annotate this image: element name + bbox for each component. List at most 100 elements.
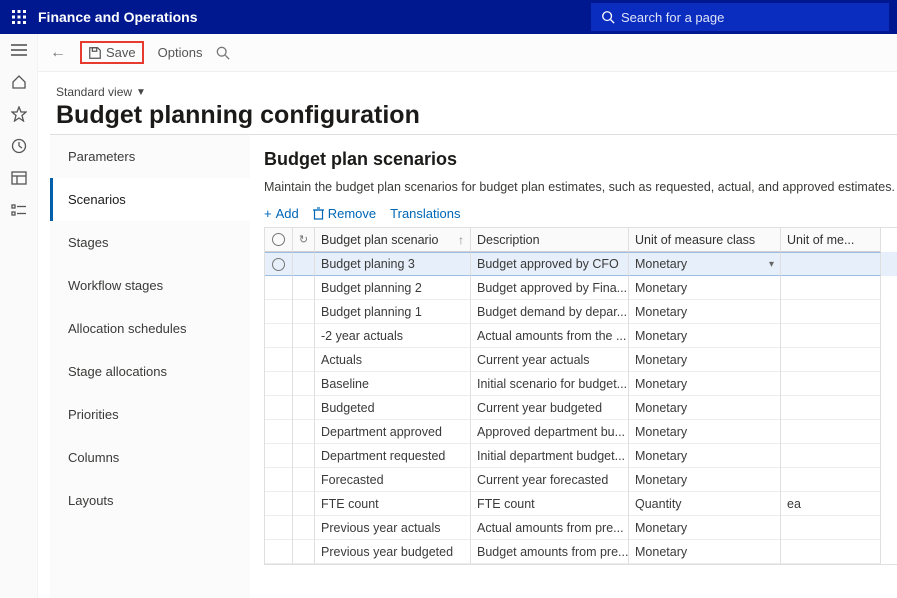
cell-uom-class[interactable]: Monetary [629, 516, 781, 540]
cell-uom[interactable] [781, 276, 881, 300]
col-uom[interactable]: Unit of me... [781, 228, 881, 252]
row-select[interactable] [265, 348, 293, 372]
cell-scenario[interactable]: Budget planning 2 [315, 276, 471, 300]
row-select[interactable] [265, 396, 293, 420]
row-select[interactable] [265, 468, 293, 492]
back-button[interactable]: ← [50, 44, 66, 62]
row-select[interactable] [265, 252, 293, 276]
cell-uom[interactable] [781, 420, 881, 444]
cell-uom[interactable] [781, 372, 881, 396]
cell-scenario[interactable]: Previous year budgeted [315, 540, 471, 564]
cell-description[interactable]: Budget amounts from pre... [471, 540, 629, 564]
row-select[interactable] [265, 300, 293, 324]
translations-button[interactable]: Translations [390, 206, 460, 221]
cell-description[interactable]: Budget approved by CFO [471, 252, 629, 276]
cell-uom[interactable] [781, 444, 881, 468]
sidenav-item-allocation-schedules[interactable]: Allocation schedules [50, 307, 250, 350]
clock-icon[interactable] [9, 136, 29, 156]
row-select[interactable] [265, 420, 293, 444]
table-row[interactable]: Previous year budgetedBudget amounts fro… [265, 540, 897, 564]
search-input[interactable]: Search for a page [591, 3, 889, 31]
cell-uom[interactable] [781, 516, 881, 540]
table-row[interactable]: Department requestedInitial department b… [265, 444, 897, 468]
sidenav-item-columns[interactable]: Columns [50, 436, 250, 479]
options-button[interactable]: Options [158, 45, 203, 60]
cell-uom[interactable]: ea [781, 492, 881, 516]
table-row[interactable]: Previous year actualsActual amounts from… [265, 516, 897, 540]
cell-scenario[interactable]: -2 year actuals [315, 324, 471, 348]
row-select[interactable] [265, 444, 293, 468]
home-icon[interactable] [9, 72, 29, 92]
find-button[interactable] [216, 46, 230, 60]
col-select[interactable] [265, 228, 293, 252]
cell-uom[interactable] [781, 396, 881, 420]
cell-uom-class[interactable]: Monetary [629, 348, 781, 372]
col-uom-class[interactable]: Unit of measure class [629, 228, 781, 252]
col-scenario[interactable]: Budget plan scenario↑ [315, 228, 471, 252]
cell-uom-class[interactable]: Monetary [629, 276, 781, 300]
cell-description[interactable]: Initial department budget... [471, 444, 629, 468]
cell-scenario[interactable]: Budget planing 3 [315, 252, 471, 276]
row-select[interactable] [265, 372, 293, 396]
cell-uom-class[interactable]: Quantity [629, 492, 781, 516]
cell-uom-class[interactable]: Monetary [629, 444, 781, 468]
add-button[interactable]: +Add [264, 206, 299, 221]
cell-description[interactable]: FTE count [471, 492, 629, 516]
table-row[interactable]: FTE countFTE countQuantityea [265, 492, 897, 516]
hamburger-icon[interactable] [9, 40, 29, 60]
cell-description[interactable]: Current year actuals [471, 348, 629, 372]
table-row[interactable]: BudgetedCurrent year budgetedMonetary [265, 396, 897, 420]
modules-icon[interactable] [9, 200, 29, 220]
cell-description[interactable]: Actual amounts from the ... [471, 324, 629, 348]
row-select[interactable] [265, 516, 293, 540]
cell-scenario[interactable]: Budgeted [315, 396, 471, 420]
cell-uom-class[interactable]: Monetary [629, 420, 781, 444]
sidenav-item-stages[interactable]: Stages [50, 221, 250, 264]
sidenav-item-workflow-stages[interactable]: Workflow stages [50, 264, 250, 307]
cell-scenario[interactable]: Actuals [315, 348, 471, 372]
cell-uom-class[interactable]: Monetary▾ [629, 252, 781, 276]
table-row[interactable]: ForecastedCurrent year forecastedMonetar… [265, 468, 897, 492]
row-select[interactable] [265, 276, 293, 300]
cell-scenario[interactable]: Budget planning 1 [315, 300, 471, 324]
cell-uom-class[interactable]: Monetary [629, 324, 781, 348]
cell-uom[interactable] [781, 468, 881, 492]
sidenav-item-layouts[interactable]: Layouts [50, 479, 250, 522]
cell-description[interactable]: Approved department bu... [471, 420, 629, 444]
cell-uom-class[interactable]: Monetary [629, 372, 781, 396]
table-row[interactable]: ActualsCurrent year actualsMonetary [265, 348, 897, 372]
cell-description[interactable]: Initial scenario for budget... [471, 372, 629, 396]
sidenav-item-scenarios[interactable]: Scenarios [50, 178, 250, 221]
cell-uom-class[interactable]: Monetary [629, 300, 781, 324]
cell-uom[interactable] [781, 540, 881, 564]
cell-uom-class[interactable]: Monetary [629, 396, 781, 420]
table-row[interactable]: Department approvedApproved department b… [265, 420, 897, 444]
col-description[interactable]: Description [471, 228, 629, 252]
star-icon[interactable] [9, 104, 29, 124]
save-button[interactable]: Save [80, 41, 144, 64]
cell-scenario[interactable]: Forecasted [315, 468, 471, 492]
cell-scenario[interactable]: Department requested [315, 444, 471, 468]
row-select[interactable] [265, 324, 293, 348]
table-row[interactable]: -2 year actualsActual amounts from the .… [265, 324, 897, 348]
col-refresh[interactable]: ↻ [293, 228, 315, 252]
cell-scenario[interactable]: FTE count [315, 492, 471, 516]
cell-description[interactable]: Current year budgeted [471, 396, 629, 420]
workspace-icon[interactable] [9, 168, 29, 188]
waffle-icon[interactable] [0, 0, 38, 34]
sidenav-item-parameters[interactable]: Parameters [50, 135, 250, 178]
sidenav-item-priorities[interactable]: Priorities [50, 393, 250, 436]
cell-scenario[interactable]: Baseline [315, 372, 471, 396]
view-selector[interactable]: Standard view ▼ [56, 85, 146, 99]
cell-description[interactable]: Actual amounts from pre... [471, 516, 629, 540]
table-row[interactable]: Budget planing 3Budget approved by CFOMo… [265, 252, 897, 276]
cell-uom-class[interactable]: Monetary [629, 540, 781, 564]
cell-uom[interactable] [781, 300, 881, 324]
table-row[interactable]: Budget planning 2Budget approved by Fina… [265, 276, 897, 300]
remove-button[interactable]: Remove [313, 206, 376, 221]
table-row[interactable]: Budget planning 1Budget demand by depar.… [265, 300, 897, 324]
cell-scenario[interactable]: Department approved [315, 420, 471, 444]
table-row[interactable]: BaselineInitial scenario for budget...Mo… [265, 372, 897, 396]
cell-uom[interactable] [781, 252, 881, 276]
row-select[interactable] [265, 540, 293, 564]
